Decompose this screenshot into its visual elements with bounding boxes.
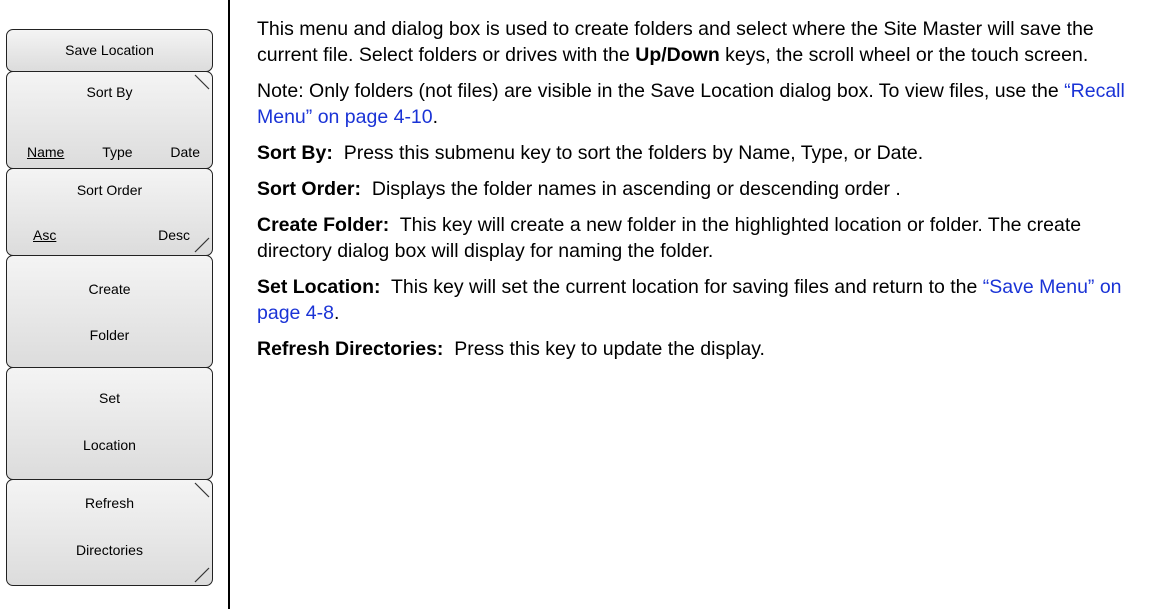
create-folder-line2: Folder xyxy=(89,327,130,343)
sort-option-type: Type xyxy=(102,144,133,160)
sort-by-term: Sort By: xyxy=(257,142,333,164)
refresh-description: Refresh Directories: Press this key to u… xyxy=(257,338,765,360)
refresh-line1: Refresh xyxy=(84,495,135,511)
create-folder-description: Create Folder: This key will create a ne… xyxy=(257,214,1082,262)
set-location-line1: Set xyxy=(98,390,120,406)
description-text: This menu and dialog box is used to crea… xyxy=(257,16,1142,372)
sort-order-description: Sort Order: Displays the folder names in… xyxy=(257,178,901,200)
sort-option-date: Date xyxy=(170,144,200,160)
set-location-description: Set Location: This key will set the curr… xyxy=(257,276,1122,324)
sort-order-label: Sort Order xyxy=(76,182,143,198)
intro-paragraph: This menu and dialog box is used to crea… xyxy=(257,18,1094,66)
refresh-directories-key[interactable]: Refresh Directories xyxy=(6,479,213,586)
order-option-asc: Asc xyxy=(33,227,57,243)
set-location-line2: Location xyxy=(83,437,136,453)
sort-order-key[interactable]: Sort Order Asc Desc xyxy=(6,168,213,256)
create-folder-key[interactable]: Create Folder xyxy=(6,255,213,368)
up-down-keys-term: Up/Down xyxy=(635,44,720,66)
note-paragraph: Note: Only folders (not files) are visib… xyxy=(257,80,1125,128)
set-location-key[interactable]: Set Location xyxy=(6,367,213,480)
set-location-term: Set Location: xyxy=(257,276,381,298)
sort-order-term: Sort Order: xyxy=(257,178,362,200)
refresh-line2: Directories xyxy=(76,542,143,558)
column-divider xyxy=(228,0,230,609)
refresh-directories-term: Refresh Directories: xyxy=(257,338,444,360)
create-folder-term: Create Folder: xyxy=(257,214,390,236)
create-folder-line1: Create xyxy=(88,281,131,297)
sort-order-options: Asc Desc xyxy=(7,227,212,243)
sort-by-label: Sort By xyxy=(86,84,133,100)
submenu-corner-icon xyxy=(194,567,210,583)
menu-title-key: Save Location xyxy=(6,29,213,72)
sort-by-description: Sort By: Press this submenu key to sort … xyxy=(257,142,924,164)
sort-option-name: Name xyxy=(27,144,65,160)
menu-title: Save Location xyxy=(65,42,154,58)
sort-by-key[interactable]: Sort By Name Type Date xyxy=(6,71,213,169)
softkey-menu: Save Location Sort By Name Type Date Sor… xyxy=(6,29,213,586)
order-option-desc: Desc xyxy=(158,227,190,243)
sort-by-options: Name Type Date xyxy=(7,144,212,160)
